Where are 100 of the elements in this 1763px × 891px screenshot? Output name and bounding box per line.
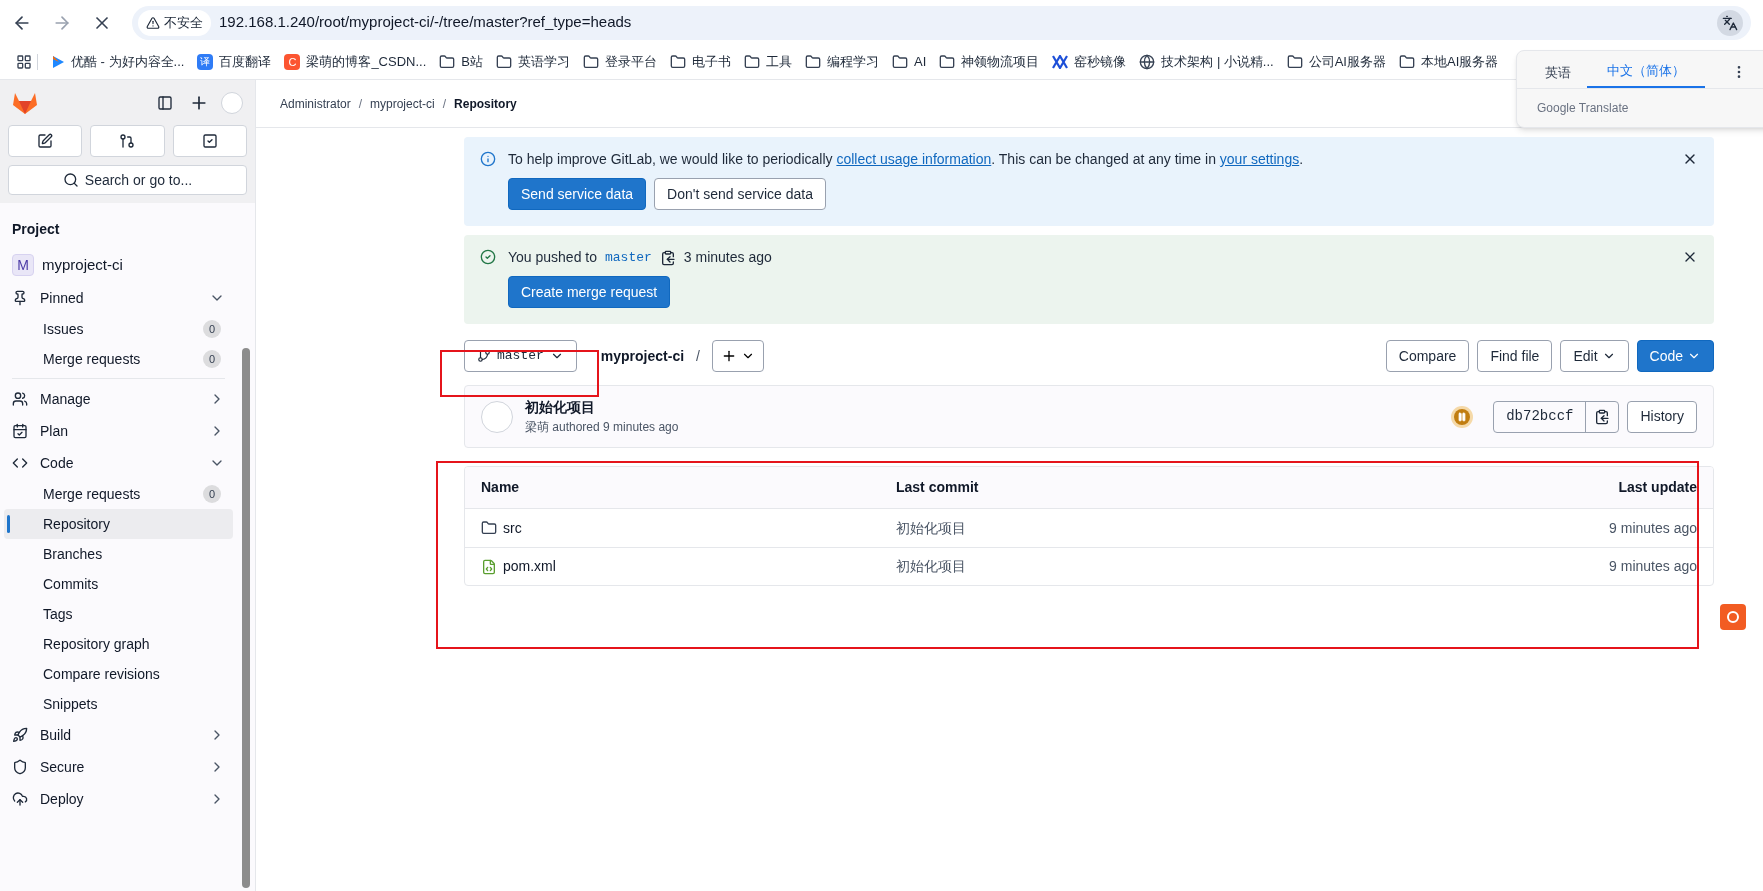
nav-item[interactable]: Tags — [4, 599, 233, 629]
count-badge: 0 — [203, 320, 221, 338]
bookmark-link[interactable]: 编程学习 — [826, 52, 879, 72]
alert-message: To help improve GitLab, we would like to periodically collect usage information. This can be changed at any time in your settings. — [508, 150, 1305, 169]
url-text: 192.168.1.240/root/myproject-ci/-/tree/master?ref_type=heads — [219, 12, 632, 33]
nav-item[interactable]: Branches — [4, 539, 233, 569]
bookmark-link[interactable]: 窑秒镜像 — [1074, 52, 1127, 72]
project-link[interactable]: myproject-ci — [42, 253, 123, 277]
action-button[interactable]: Code — [1636, 340, 1714, 372]
nav-item[interactable]: Merge requests 0 — [4, 344, 233, 374]
nav-group[interactable]: Code — [40, 452, 74, 474]
nav-group[interactable]: Pinned — [40, 287, 84, 309]
bookmark-link[interactable]: 神领物流项目 — [961, 52, 1040, 72]
language-tab[interactable]: 中文（简体） — [1587, 60, 1705, 88]
translate-icon[interactable] — [1717, 9, 1743, 36]
csdn-logo: C — [284, 54, 301, 70]
pipeline-paused-icon[interactable] — [1451, 405, 1474, 428]
bookmark-link[interactable]: 优酷 - 为好内容全... — [71, 52, 185, 72]
merge-requests-button[interactable] — [90, 125, 165, 157]
commit-message-link[interactable]: 初始化项目 — [896, 556, 1297, 577]
commit-title[interactable]: 初始化项目 — [525, 397, 679, 418]
section-heading: Project — [11, 220, 61, 239]
commit-meta: 梁萌 authored 9 minutes ago — [525, 419, 679, 436]
history-button[interactable]: History — [1627, 400, 1697, 433]
folder-icon — [804, 54, 821, 70]
bookmark-link[interactable]: 登录平台 — [604, 52, 657, 72]
action-button[interactable]: Create merge request — [508, 276, 671, 308]
breadcrumb-link[interactable]: myproject-ci — [370, 94, 435, 113]
add-dropdown[interactable] — [711, 340, 764, 372]
bookmark-link[interactable]: 工具 — [765, 52, 792, 72]
folder-icon — [743, 54, 760, 70]
commit-message-link[interactable]: 初始化项目 — [896, 517, 1297, 539]
nav-group[interactable]: Build — [40, 724, 72, 746]
alert-message: You pushed to — [508, 248, 597, 267]
nav-item[interactable]: Repository graph — [4, 629, 233, 659]
deploy-icon — [12, 791, 28, 807]
action-button[interactable]: Edit — [1560, 340, 1629, 372]
issues-button[interactable] — [8, 125, 83, 157]
bookmark-link[interactable]: B站 — [461, 52, 483, 72]
action-button[interactable]: Compare — [1385, 340, 1470, 372]
todo-button[interactable] — [172, 125, 247, 157]
nav-item[interactable]: Compare revisions — [4, 659, 233, 689]
folder-icon — [669, 54, 686, 70]
code-icon — [12, 455, 28, 471]
globe-icon — [1139, 54, 1156, 70]
logo-icon — [1052, 55, 1069, 69]
nav-group[interactable]: Plan — [40, 420, 69, 442]
folder-icon — [439, 54, 456, 70]
file-name-link[interactable]: pom.xml — [503, 556, 556, 577]
translate-brand: Google Translate — [1536, 100, 1630, 117]
bookmark-link[interactable]: 梁萌的博客_CSDN... — [306, 52, 427, 72]
nav-group[interactable]: Manage — [40, 388, 91, 410]
bookmark-link[interactable]: 本地AI服务器 — [1421, 52, 1499, 72]
bookmark-link[interactable]: 电子书 — [691, 52, 731, 72]
folder-icon — [481, 520, 497, 536]
bookmark-link[interactable]: 英语学习 — [517, 52, 570, 72]
address-bar[interactable]: 不安全 192.168.1.240/root/myproject-ci/-/tree/master?ref_type=heads — [132, 5, 1751, 40]
bookmark-link[interactable]: AI — [913, 52, 927, 72]
apps-icon[interactable] — [16, 54, 32, 70]
nav-item[interactable]: Commits — [4, 569, 233, 599]
column-header: Last commit — [896, 478, 980, 497]
breadcrumb-link[interactable]: Repository — [454, 94, 517, 113]
file-name-link[interactable]: src — [503, 517, 522, 539]
search-button[interactable]: Search or go to... — [8, 165, 247, 195]
nav-group[interactable]: Secure — [40, 756, 85, 778]
language-tab[interactable]: 英语 — [1529, 62, 1587, 88]
scrollbar[interactable] — [242, 348, 250, 888]
folder-icon — [582, 54, 599, 70]
breadcrumb-separator: / — [442, 95, 447, 113]
updated-time: 9 minutes ago — [1609, 557, 1697, 576]
search-icon — [62, 172, 79, 188]
bookmark-link[interactable]: 技术架构 | 小说精... — [1161, 52, 1274, 72]
nav-item[interactable]: Snippets — [4, 689, 233, 719]
security-chip[interactable]: 不安全 — [138, 9, 211, 36]
project-avatar: M — [12, 254, 34, 276]
translate-logo: 译 — [197, 54, 214, 70]
count-badge: 0 — [203, 350, 221, 368]
info-icon — [480, 151, 496, 167]
action-button[interactable]: Don't send service data — [654, 178, 826, 210]
ime-icon[interactable] — [1720, 604, 1746, 630]
bookmark-link[interactable]: 百度翻译 — [219, 52, 272, 72]
edit-icon — [37, 133, 54, 149]
action-button[interactable]: Find file — [1477, 340, 1553, 372]
nav-item[interactable]: Repository — [4, 509, 233, 539]
shield-icon — [12, 759, 28, 775]
folder-icon — [495, 54, 512, 70]
breadcrumb-link[interactable]: Administrator — [280, 94, 351, 113]
branch-link[interactable]: master — [605, 247, 652, 268]
nav-group[interactable]: Deploy — [40, 788, 84, 810]
nav-item[interactable]: Merge requests 0 — [4, 479, 233, 509]
nav-item[interactable]: Issues 0 — [4, 314, 233, 344]
copy-icon[interactable] — [659, 249, 676, 266]
column-header: Name — [481, 478, 521, 497]
action-button[interactable]: Send service data — [508, 178, 647, 210]
bookmark-link[interactable]: 公司AI服务器 — [1308, 52, 1386, 72]
branch-dropdown[interactable]: master — [464, 340, 577, 372]
copy-icon — [1594, 408, 1611, 425]
count-badge: 0 — [203, 485, 221, 503]
sidebar-toggle-icon[interactable] — [157, 94, 173, 111]
project-path[interactable]: myproject-ci — [600, 345, 685, 367]
